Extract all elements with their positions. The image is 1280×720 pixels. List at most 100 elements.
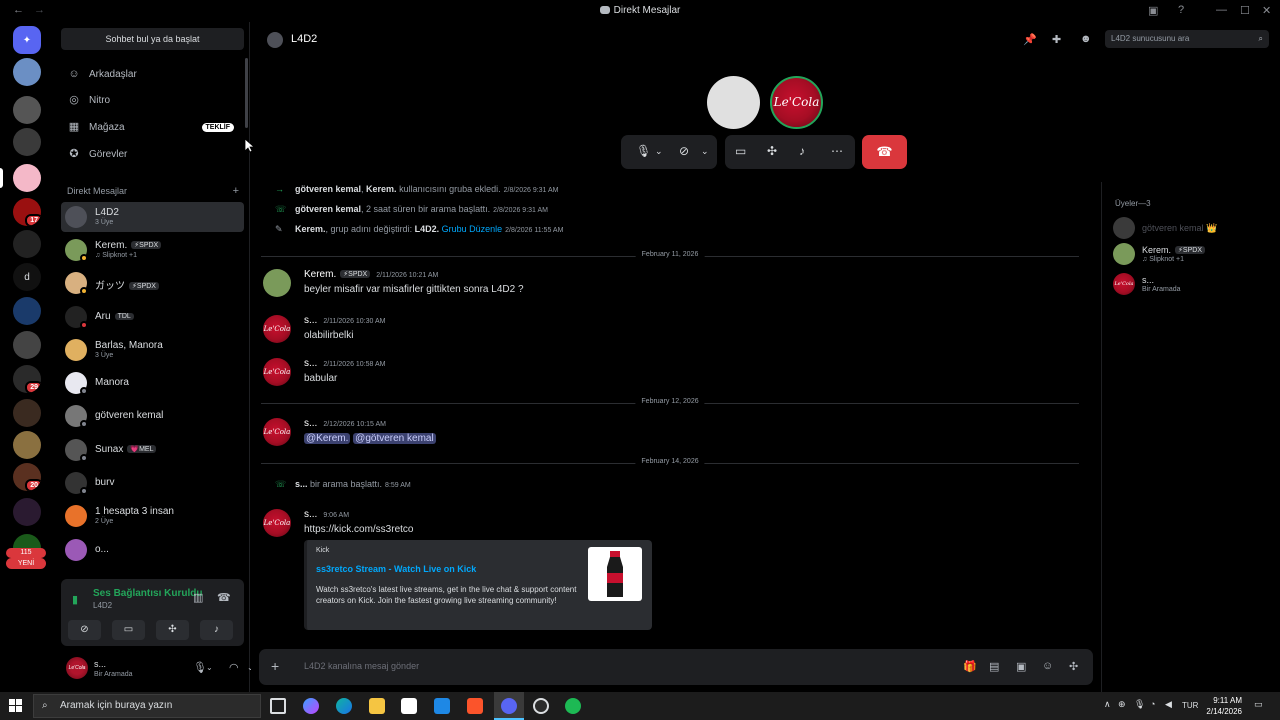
server-icon[interactable] — [13, 399, 41, 427]
camera-off-button[interactable]: ⊘ — [68, 620, 101, 640]
server-icon[interactable] — [13, 96, 41, 124]
server-icon[interactable] — [13, 164, 41, 192]
copilot-icon[interactable] — [303, 698, 319, 714]
server-icon[interactable] — [13, 297, 41, 325]
dm-item-aru[interactable]: Aru TDL — [61, 302, 244, 332]
more-options-icon[interactable]: ⋯ — [831, 144, 843, 158]
soundboard-button[interactable]: ♪ — [200, 620, 233, 640]
chevron-down-icon[interactable]: ⌄ — [655, 146, 663, 157]
server-icon[interactable]: d — [13, 263, 41, 291]
avatar[interactable]: Le'Cola — [263, 358, 291, 386]
dm-item-kerem[interactable]: Kerem. ⚡SPDX ♫ Slipknot +1 — [61, 235, 244, 265]
avatar[interactable]: Le'Cola — [263, 418, 291, 446]
dm-item-gotveren-kemal[interactable]: götveren kemal — [61, 401, 244, 431]
message-link[interactable]: https://kick.com/ss3retco — [304, 524, 413, 535]
find-conversation-button[interactable]: Sohbet bul ya da başlat — [61, 28, 244, 50]
dm-item-l4d2[interactable]: L4D2 3 Üye — [61, 202, 244, 232]
sticker-icon[interactable]: ▣ — [1016, 660, 1026, 673]
embed-title-link[interactable]: ss3retco Stream - Watch Live on Kick — [316, 564, 476, 574]
microphone-icon[interactable]: 🎙 — [193, 661, 207, 674]
nav-nitro[interactable]: ◎ Nitro — [61, 88, 244, 112]
help-icon[interactable]: ? — [1178, 4, 1184, 16]
add-friends-icon[interactable]: ✚ — [1052, 33, 1061, 46]
dm-item-manora[interactable]: Manora — [61, 368, 244, 398]
camera-off-icon[interactable]: ⊘ — [679, 144, 689, 158]
edge-icon[interactable] — [336, 698, 352, 714]
nav-shop[interactable]: ▦ Mağaza TEKLİF — [61, 115, 244, 139]
file-explorer-icon[interactable] — [369, 698, 385, 714]
member-item[interactable]: götveren kemal 👑 — [1113, 216, 1273, 240]
gif-icon[interactable]: ▤ — [989, 660, 999, 673]
wifi-icon[interactable]: ◔ — [1150, 699, 1155, 709]
system-clock[interactable]: 9:11 AM 2/14/2026 — [1200, 695, 1242, 717]
close-icon[interactable]: ✕ — [1262, 4, 1271, 17]
show-hidden-icons[interactable]: ∧ — [1104, 699, 1111, 710]
server-icon[interactable] — [13, 331, 41, 359]
call-participant-avatar[interactable] — [707, 76, 760, 129]
user-avatar[interactable]: Le'Cola — [66, 657, 88, 679]
windows-start-icon[interactable] — [9, 699, 22, 712]
sidebar-scrollbar[interactable] — [245, 58, 248, 128]
user-mention[interactable]: @götveren kemal — [353, 433, 436, 444]
noise-suppression-icon[interactable]: ▥ — [193, 591, 203, 604]
server-icon[interactable]: 29 — [13, 365, 41, 393]
microphone-icon[interactable]: 🎙 — [636, 144, 651, 158]
server-icon[interactable]: 20 — [13, 463, 41, 491]
maximize-icon[interactable]: ☐ — [1240, 4, 1250, 17]
volume-icon[interactable]: ◀ — [1165, 699, 1172, 710]
hang-up-button[interactable]: ☎ — [862, 135, 907, 169]
dm-item-burv[interactable]: burv — [61, 468, 244, 498]
create-dm-plus-icon[interactable]: + — [233, 185, 239, 197]
discord-home-icon[interactable]: ✦ — [13, 26, 41, 54]
dm-item-1-hesapta-3-insan[interactable]: 1 hesapta 3 insan 2 Üye — [61, 501, 244, 531]
language-indicator[interactable]: TUR — [1182, 701, 1198, 710]
mail-icon[interactable] — [434, 698, 450, 714]
dm-item-o[interactable]: o... — [61, 535, 244, 565]
avatar[interactable] — [263, 269, 291, 297]
nav-quests[interactable]: ✪ Görevler — [61, 142, 244, 166]
avatar[interactable]: Le'Cola — [263, 509, 291, 537]
server-icon[interactable] — [13, 58, 41, 86]
avatar[interactable]: Le'Cola — [263, 315, 291, 343]
signal-strength-icon[interactable]: ▮ — [72, 593, 78, 606]
member-item[interactable]: Le'Cola s... Bir Aramada — [1113, 272, 1273, 296]
member-item[interactable]: Kerem. ⚡SPDX ♫ Slipknot +1 — [1113, 242, 1273, 266]
embed-thumbnail[interactable] — [588, 547, 642, 601]
minimize-icon[interactable]: — — [1216, 4, 1227, 16]
server-icon[interactable] — [13, 128, 41, 156]
dm-item-gattsu[interactable]: ガッツ ⚡SPDX — [61, 268, 244, 298]
nav-friends[interactable]: ☺ Arkadaşlar — [61, 62, 244, 86]
message-composer[interactable]: + L4D2 kanalına mesaj gönder 🎁 ▤ ▣ ☺ ✣ — [259, 649, 1093, 685]
screen-share-button[interactable]: ▭ — [112, 620, 145, 640]
microphone-tray-icon[interactable]: 🎙 — [1134, 699, 1145, 710]
attach-plus-icon[interactable]: + — [271, 658, 279, 674]
network-icon[interactable]: ⊕ — [1118, 699, 1126, 710]
brave-icon[interactable] — [467, 698, 483, 714]
call-participant-avatar-speaking[interactable]: Le'Cola — [770, 76, 823, 129]
gift-icon[interactable]: 🎁 — [963, 660, 977, 673]
pin-icon[interactable]: 📌 — [1023, 33, 1037, 46]
inbox-icon[interactable]: ▣ — [1148, 4, 1158, 17]
notifications-icon[interactable]: ▭ — [1254, 699, 1263, 710]
server-icon[interactable] — [13, 230, 41, 258]
soundboard-icon[interactable]: ♪ — [799, 144, 805, 158]
edit-group-link[interactable]: Grubu Düzenle — [442, 224, 503, 234]
activities-icon[interactable]: ✣ — [767, 144, 777, 158]
dm-item-sunax[interactable]: Sunax 💗MEL — [61, 435, 244, 465]
message-input[interactable]: L4D2 kanalına mesaj gönder — [304, 661, 419, 671]
server-icon[interactable]: 17 — [13, 198, 41, 226]
chevron-down-icon[interactable]: ⌄ — [206, 663, 213, 672]
new-badge[interactable]: YENİ — [6, 558, 46, 569]
dm-item-barlas-manora[interactable]: Barlas, Manora 3 Üye — [61, 335, 244, 365]
steam-icon[interactable] — [533, 698, 549, 714]
spotify-icon[interactable] — [565, 698, 581, 714]
task-view-icon[interactable] — [270, 698, 286, 714]
headphones-icon[interactable]: ◠ — [229, 661, 239, 674]
apps-icon[interactable]: ✣ — [1069, 660, 1078, 673]
store-icon[interactable] — [401, 698, 417, 714]
emoji-icon[interactable]: ☺ — [1042, 660, 1053, 672]
server-icon[interactable] — [13, 431, 41, 459]
activities-button[interactable]: ✣ — [156, 620, 189, 640]
user-mention[interactable]: @Kerem. — [304, 433, 351, 444]
search-input[interactable]: L4D2 sunucusunu ara ⌕ — [1105, 30, 1269, 48]
